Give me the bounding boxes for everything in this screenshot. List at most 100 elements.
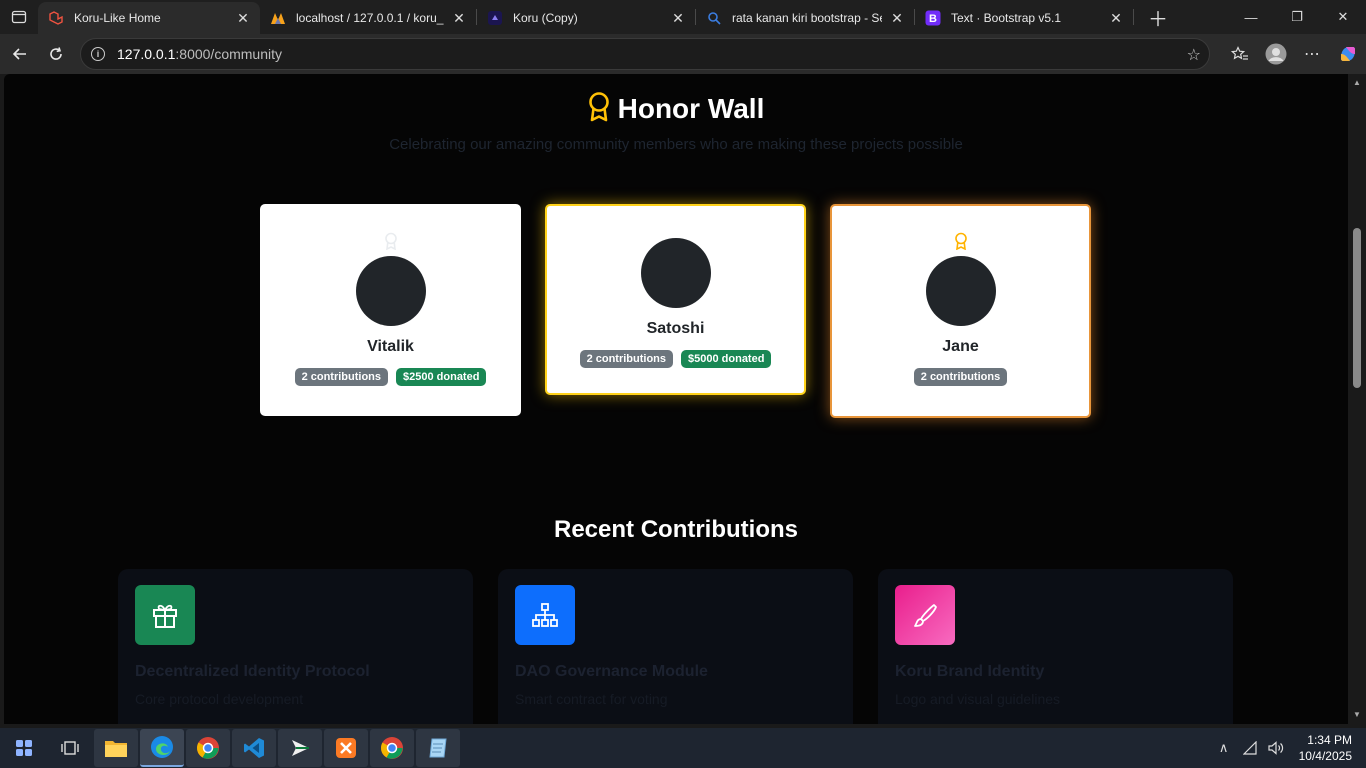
donated-badge: $5000 donated	[681, 350, 772, 368]
member-name: Vitalik	[367, 338, 414, 355]
project-description: Logo and visual guidelines	[895, 691, 1061, 707]
back-arrow-icon	[12, 48, 26, 60]
minimize-button[interactable]: —	[1228, 0, 1274, 34]
clock-date: 10/4/2025	[1298, 749, 1352, 763]
new-tab-button[interactable]: ＋	[1140, 1, 1176, 33]
network-icon[interactable]	[1237, 741, 1263, 755]
terminal-app-button[interactable]	[278, 729, 322, 767]
member-card[interactable]: Satoshi 2 contributions $5000 donated	[545, 204, 806, 395]
gift-icon	[135, 585, 195, 645]
reload-button[interactable]	[38, 38, 74, 70]
project-title: Koru Brand Identity	[895, 663, 1045, 680]
brush-icon	[895, 585, 955, 645]
project-card[interactable]: DAO Governance Module Smart contract for…	[498, 569, 853, 724]
project-title: Decentralized Identity Protocol	[135, 663, 370, 680]
favorites-list-icon	[1231, 46, 1248, 60]
file-explorer-button[interactable]	[94, 729, 138, 767]
vscode-button[interactable]	[232, 729, 276, 767]
scroll-down-arrow-icon[interactable]: ▼	[1352, 710, 1362, 720]
more-menu-button[interactable]: ⋯	[1294, 38, 1330, 70]
navigation-bar: i 127.0.0.1:8000/community ☆ ⋯	[0, 34, 1366, 74]
scrollbar-thumb[interactable]	[1353, 228, 1361, 388]
project-description: Core protocol development	[135, 691, 304, 707]
koru-icon	[487, 10, 503, 26]
project-title: DAO Governance Module	[515, 663, 708, 680]
copilot-icon	[1341, 47, 1355, 61]
tab-separator	[1133, 9, 1134, 25]
member-card[interactable]: Jane 2 contributions	[830, 204, 1091, 418]
close-window-button[interactable]: ✕	[1320, 0, 1366, 34]
start-button[interactable]	[2, 729, 46, 767]
volume-icon[interactable]	[1263, 741, 1289, 755]
system-tray: ∧ 1:34 PM 10/4/2025	[1211, 728, 1366, 768]
close-tab-icon[interactable]: ✕	[234, 9, 252, 27]
tab-koru-copy[interactable]: Koru (Copy) ✕	[477, 2, 695, 34]
honor-wall-heading: Honor Wall	[4, 92, 1348, 129]
page-scrollbar[interactable]: ▲ ▼	[1348, 74, 1366, 724]
scroll-up-arrow-icon[interactable]: ▲	[1352, 78, 1362, 88]
chrome-button[interactable]	[186, 729, 230, 767]
send-arrow-icon	[292, 740, 309, 756]
favorite-star-icon[interactable]: ☆	[1187, 45, 1201, 65]
tab-label: Koru (Copy)	[513, 11, 578, 25]
chrome-profile-button[interactable]	[370, 729, 414, 767]
recent-contributions-heading: Recent Contributions	[554, 516, 798, 543]
chrome-icon	[381, 737, 403, 759]
widgets-button[interactable]	[48, 729, 92, 767]
phpmyadmin-icon	[270, 10, 286, 26]
donated-badge: $2500 donated	[396, 368, 487, 386]
reload-icon	[50, 47, 62, 60]
project-description: Smart contract for voting	[515, 691, 668, 707]
site-info-icon[interactable]: i	[91, 47, 105, 61]
project-card[interactable]: Koru Brand Identity Logo and visual guid…	[878, 569, 1233, 724]
notepad-button[interactable]	[416, 729, 460, 767]
close-tab-icon[interactable]: ✕	[888, 9, 906, 27]
bootstrap-icon: B	[925, 10, 941, 26]
tab-label: localhost / 127.0.0.1 / koru_lik	[296, 11, 444, 25]
member-name: Jane	[942, 338, 979, 355]
avatar	[355, 256, 426, 326]
edge-icon	[151, 736, 173, 758]
member-name: Satoshi	[646, 320, 705, 337]
xampp-icon	[336, 738, 356, 758]
favorites-button[interactable]	[1222, 38, 1258, 70]
close-tab-icon[interactable]: ✕	[450, 9, 468, 27]
copilot-button[interactable]	[1330, 38, 1366, 70]
honor-title-text: Honor Wall	[617, 93, 765, 124]
chevron-up-icon[interactable]: ∧	[1211, 740, 1237, 756]
svg-text:B: B	[929, 13, 937, 25]
vscode-icon	[244, 738, 264, 758]
tab-actions-button[interactable]	[0, 0, 38, 34]
honor-subtitle: Celebrating our amazing community member…	[389, 136, 963, 153]
start-icon	[16, 740, 32, 756]
chrome-icon	[197, 737, 219, 759]
close-tab-icon[interactable]: ✕	[669, 9, 687, 27]
laravel-icon	[48, 10, 64, 26]
diagram-icon	[515, 585, 575, 645]
tab-label: rata kanan kiri bootstrap - Sea	[732, 11, 882, 25]
restore-button[interactable]: ❐	[1274, 0, 1320, 34]
tab-bootstrap[interactable]: B Text · Bootstrap v5.1 ✕	[915, 2, 1133, 34]
toolbar-right: ⋯	[1222, 38, 1366, 70]
tab-koru-home[interactable]: Koru-Like Home ✕	[38, 2, 260, 34]
tab-search[interactable]: rata kanan kiri bootstrap - Sea ✕	[696, 2, 914, 34]
back-button[interactable]	[2, 38, 38, 70]
tab-phpmyadmin[interactable]: localhost / 127.0.0.1 / koru_lik ✕	[260, 2, 476, 34]
member-card[interactable]: Vitalik 2 contributions $2500 donated	[260, 204, 521, 416]
address-bar[interactable]: i 127.0.0.1:8000/community ☆	[80, 38, 1210, 70]
page-viewport: Honor Wall Celebrating our amazing commu…	[4, 74, 1348, 724]
contributions-badge: 2 contributions	[913, 368, 1008, 386]
profile-button[interactable]	[1258, 38, 1294, 70]
task-view-icon	[61, 741, 79, 755]
avatar	[640, 238, 711, 308]
project-card[interactable]: Decentralized Identity Protocol Core pro…	[118, 569, 473, 724]
window-controls: — ❐ ✕	[1228, 0, 1366, 34]
contributions-badge: 2 contributions	[579, 350, 674, 368]
tab-label: Text · Bootstrap v5.1	[951, 11, 1062, 25]
close-tab-icon[interactable]: ✕	[1107, 9, 1125, 27]
clock[interactable]: 1:34 PM 10/4/2025	[1289, 732, 1366, 764]
edge-button[interactable]	[140, 729, 184, 767]
avatar	[925, 256, 996, 326]
bronze-medal-icon	[832, 232, 1089, 250]
xampp-button[interactable]	[324, 729, 368, 767]
